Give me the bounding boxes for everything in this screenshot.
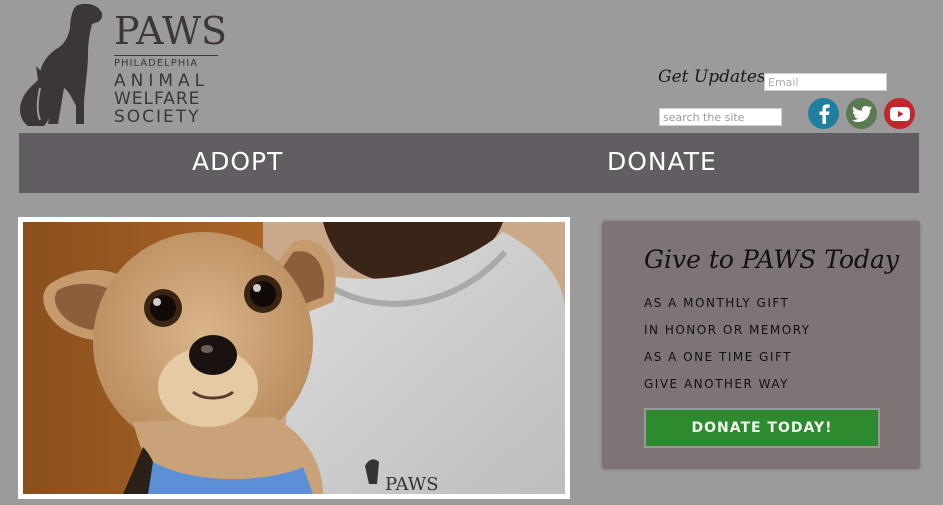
paws-logo[interactable]: PAWS Philadelphia Animal Welfare Society xyxy=(18,2,227,130)
brand-line-1: Philadelphia xyxy=(114,58,199,69)
logo-divider xyxy=(114,55,218,56)
brand-subtitle: Philadelphia Animal Welfare Society xyxy=(114,59,222,126)
give-panel: Give to PAWS Today AS A MONTHLY GIFT IN … xyxy=(602,221,920,469)
give-link-monthly[interactable]: AS A MONTHLY GIFT xyxy=(644,296,789,310)
youtube-icon xyxy=(889,106,910,121)
brand-name: PAWS xyxy=(114,9,228,53)
svg-text:PAWS: PAWS xyxy=(385,474,439,494)
get-updates-label: Get Updates: xyxy=(658,67,772,87)
main-nav: ADOPT DONATE xyxy=(19,133,919,193)
nav-adopt[interactable]: ADOPT xyxy=(192,147,283,176)
twitter-icon xyxy=(851,105,872,122)
hero-photo[interactable]: PAWS xyxy=(18,217,570,499)
dog-photo-image: PAWS xyxy=(23,222,565,494)
facebook-icon xyxy=(819,103,830,124)
facebook-button[interactable] xyxy=(808,98,839,129)
give-title: Give to PAWS Today xyxy=(644,245,900,274)
give-link-one-time[interactable]: AS A ONE TIME GIFT xyxy=(644,350,792,364)
nav-donate[interactable]: DONATE xyxy=(607,147,717,176)
give-link-another-way[interactable]: GIVE ANOTHER WAY xyxy=(644,377,789,391)
dog-cat-silhouette-icon xyxy=(20,3,103,126)
email-input[interactable] xyxy=(764,73,887,91)
youtube-button[interactable] xyxy=(884,98,915,129)
twitter-button[interactable] xyxy=(846,98,877,129)
give-link-honor[interactable]: IN HONOR OR MEMORY xyxy=(644,323,811,337)
donate-today-button[interactable]: DONATE TODAY! xyxy=(644,408,880,448)
brand-line-3: Welfare xyxy=(114,89,201,109)
brand-line-4: Society xyxy=(114,107,201,127)
brand-line-2: Animal xyxy=(114,71,210,91)
search-input[interactable] xyxy=(659,108,782,126)
